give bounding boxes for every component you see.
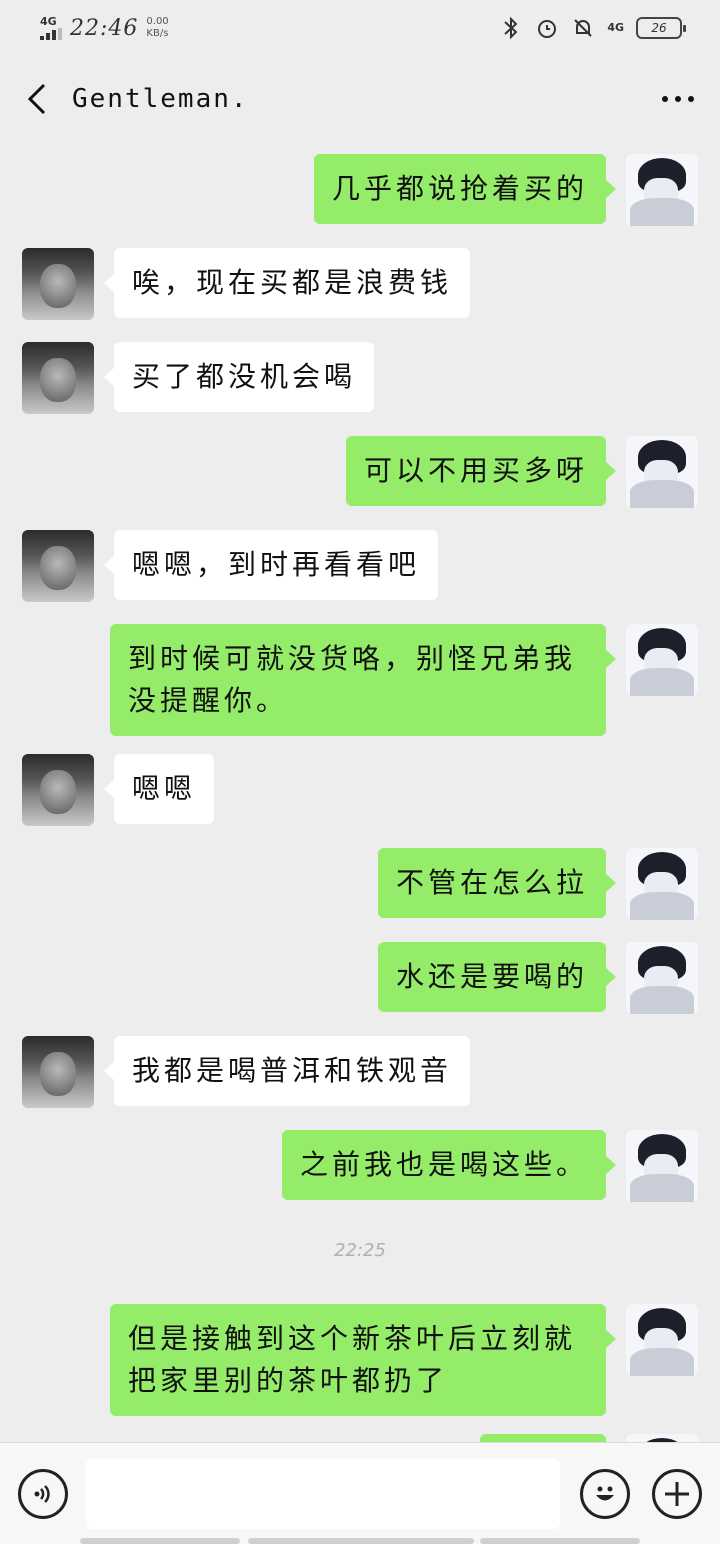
chat-header: Gentleman. <box>0 56 720 142</box>
clock: 22:46 <box>70 15 139 41</box>
message-row: 几乎都说抢着买的 <box>0 154 720 226</box>
message-bubble-partial[interactable] <box>480 1434 606 1442</box>
message-row: 嗯嗯 <box>0 754 720 826</box>
network-speed: 0.00 KB/s <box>146 16 168 40</box>
plus-icon <box>665 1481 689 1506</box>
avatar[interactable] <box>626 1304 698 1376</box>
signal-icon <box>40 28 62 40</box>
network-type: 4G <box>40 15 57 28</box>
message-input[interactable] <box>86 1458 560 1529</box>
chat-title: Gentleman. <box>72 84 249 114</box>
voice-button[interactable] <box>18 1468 68 1519</box>
network-indicator: 4G <box>40 16 62 40</box>
nav-hint-bar <box>80 1538 240 1544</box>
message-row: 买了都没机会喝 <box>0 342 720 414</box>
avatar[interactable] <box>626 154 698 226</box>
message-row: 可以不用买多呀 <box>0 436 720 508</box>
message-bubble[interactable]: 几乎都说抢着买的 <box>313 154 617 224</box>
message-bubble[interactable]: 唉，现在买都是浪费钱 <box>103 248 471 318</box>
avatar[interactable] <box>22 248 94 320</box>
battery-icon: 26 <box>636 17 686 39</box>
status-bar: 4G 22:46 0.00 KB/s 4G 26 <box>0 0 720 56</box>
more-button[interactable] <box>658 79 698 119</box>
message-bubble[interactable]: 我都是喝普洱和铁观音 <box>103 1036 471 1106</box>
avatar[interactable] <box>22 530 94 602</box>
message-row: 嗯嗯，到时再看看吧 <box>0 530 720 602</box>
message-bubble[interactable]: 嗯嗯 <box>103 754 215 824</box>
message-bubble[interactable]: 水还是要喝的 <box>377 942 617 1012</box>
message-bubble[interactable]: 但是接触到这个新茶叶后立刻就把家里别的茶叶都扔了 <box>110 1304 616 1416</box>
nav-hint-bar <box>480 1538 640 1544</box>
avatar[interactable] <box>626 436 698 508</box>
message-bubble[interactable]: 嗯嗯，到时再看看吧 <box>103 530 439 600</box>
message-bubble[interactable]: 可以不用买多呀 <box>345 436 617 506</box>
message-row: 但是接触到这个新茶叶后立刻就把家里别的茶叶都扔了 <box>0 1304 720 1416</box>
message-row: 不管在怎么拉 <box>0 848 720 920</box>
battery-level: 26 <box>651 21 667 35</box>
message-timestamp: 22:25 <box>334 1240 386 1261</box>
message-row: 之前我也是喝这些。 <box>0 1130 720 1202</box>
voice-icon <box>34 1484 50 1503</box>
message-bubble[interactable]: 买了都没机会喝 <box>103 342 375 412</box>
message-bubble[interactable]: 不管在怎么拉 <box>377 848 617 918</box>
message-row: 我都是喝普洱和铁观音 <box>0 1036 720 1108</box>
chevron-left-icon <box>27 83 46 115</box>
avatar[interactable] <box>22 1036 94 1108</box>
avatar[interactable] <box>626 1130 698 1202</box>
more-dots-icon <box>662 96 694 102</box>
bluetooth-icon <box>499 16 523 40</box>
message-bubble[interactable]: 之前我也是喝这些。 <box>281 1130 617 1200</box>
alarm-icon <box>535 16 559 40</box>
input-bar <box>0 1442 720 1544</box>
avatar[interactable] <box>22 342 94 414</box>
network-speed-value: 0.00 <box>146 16 169 27</box>
message-row-partial <box>0 1434 720 1442</box>
message-row: 到时候可就没货咯，别怪兄弟我没提醒你。 <box>0 624 720 736</box>
status-left: 4G 22:46 0.00 KB/s <box>40 16 169 41</box>
network-speed-unit: KB/s <box>146 28 169 39</box>
message-row: 唉，现在买都是浪费钱 <box>0 248 720 320</box>
avatar[interactable] <box>22 754 94 826</box>
emoji-button[interactable] <box>580 1468 630 1519</box>
message-row: 水还是要喝的 <box>0 942 720 1014</box>
avatar[interactable] <box>626 848 698 920</box>
mute-bell-icon <box>571 16 595 40</box>
back-button[interactable] <box>22 79 52 119</box>
avatar[interactable] <box>626 624 698 696</box>
plus-button[interactable] <box>652 1468 702 1519</box>
avatar[interactable] <box>626 1434 698 1442</box>
status-right: 4G 26 <box>499 16 686 40</box>
message-bubble[interactable]: 到时候可就没货咯，别怪兄弟我没提醒你。 <box>110 624 616 736</box>
avatar[interactable] <box>626 942 698 1014</box>
network-type-right: 4G <box>607 21 624 34</box>
nav-hint-bar <box>248 1538 474 1544</box>
emoji-icon <box>596 1486 614 1500</box>
message-list[interactable]: 几乎都说抢着买的 唉，现在买都是浪费钱 买了都没机会喝 可以不用买多呀 嗯嗯，到… <box>0 142 720 1442</box>
